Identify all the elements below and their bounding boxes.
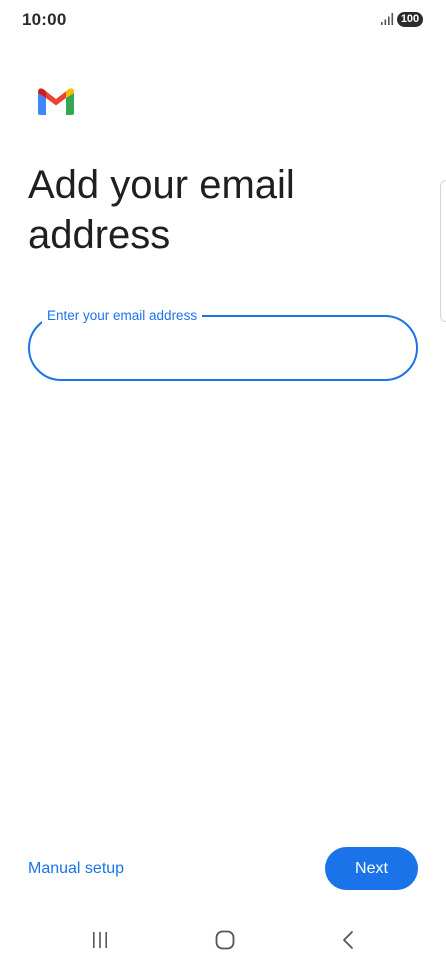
signal-bars-icon (381, 13, 394, 25)
next-button[interactable]: Next (325, 847, 418, 890)
email-field-label: Enter your email address (42, 307, 203, 325)
status-bar: 10:00 100 (0, 0, 446, 40)
navigation-bar (0, 918, 446, 962)
status-time: 10:00 (22, 10, 67, 29)
recents-icon (93, 932, 107, 948)
email-input[interactable] (50, 327, 394, 369)
recents-button[interactable] (78, 918, 122, 962)
home-icon (215, 930, 235, 950)
home-button[interactable] (203, 918, 247, 962)
back-button[interactable] (327, 918, 371, 962)
battery-level-badge: 100 (397, 12, 423, 27)
manual-setup-link[interactable]: Manual setup (28, 858, 124, 880)
gmail-logo-icon (38, 88, 74, 115)
page-title: Add your email address (28, 163, 295, 257)
back-icon (343, 931, 353, 949)
edge-panel-handle[interactable] (440, 180, 446, 322)
